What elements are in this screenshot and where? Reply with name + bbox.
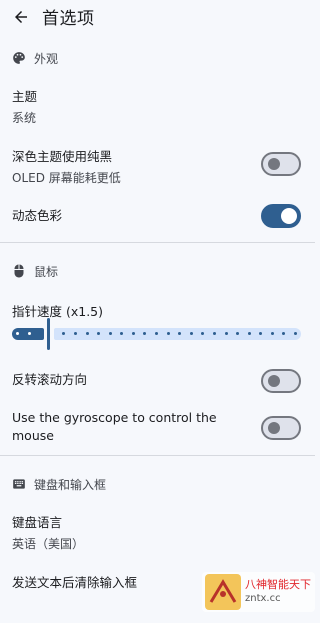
- keyboard-language-summary: 英语（美国）: [12, 537, 85, 551]
- section-divider: [0, 455, 315, 456]
- keyboard-language-preference[interactable]: 键盘语言 英语（美国）: [0, 512, 315, 552]
- palette-icon: [12, 51, 26, 65]
- page-title: 首选项: [42, 9, 95, 29]
- slider-tick: [155, 332, 158, 335]
- dynamic-color-preference[interactable]: 动态色彩: [0, 204, 315, 232]
- section-header-keyboard: 键盘和输入框: [0, 472, 315, 496]
- slider-tick: [166, 332, 170, 335]
- gyroscope-preference[interactable]: Use the gyroscope to control the mouse: [0, 409, 315, 445]
- keyboard-icon: [12, 477, 26, 491]
- slider-tick: [294, 332, 297, 335]
- section-divider: [0, 242, 315, 243]
- pure-black-switch[interactable]: [261, 152, 301, 176]
- slider-tick: [85, 332, 89, 335]
- slider-tick: [131, 332, 135, 335]
- arrow-left-icon[interactable]: [10, 6, 32, 28]
- invert-scroll-switch[interactable]: [261, 369, 301, 393]
- slider-tick: [224, 332, 228, 335]
- watermark-line2: zntx.cc: [245, 593, 281, 604]
- slider-tick: [212, 332, 216, 335]
- keyboard-language-title: 键盘语言: [12, 515, 63, 530]
- switch-thumb: [268, 375, 280, 387]
- dynamic-color-title: 动态色彩: [12, 208, 63, 223]
- pointer-speed-slider[interactable]: [12, 318, 301, 350]
- watermark: 八神智能天下 zntx.cc: [202, 572, 315, 612]
- pointer-speed-title: 指针速度 (x1.5): [12, 304, 104, 319]
- slider-tick: [189, 332, 193, 335]
- section-title-appearance: 外观: [34, 51, 59, 66]
- theme-summary: 系统: [12, 111, 37, 125]
- watermark-line1: 八神智能天下: [245, 578, 311, 591]
- switch-thumb: [281, 208, 297, 224]
- pure-black-title: 深色主题使用纯黑: [12, 149, 113, 164]
- slider-tick: [108, 332, 112, 335]
- slider-tick: [270, 332, 274, 335]
- slider-tick: [247, 332, 251, 335]
- invert-scroll-title: 反转滚动方向: [12, 372, 88, 387]
- theme-title: 主题: [12, 89, 38, 104]
- switch-thumb: [268, 158, 280, 170]
- slider-tick: [16, 332, 19, 335]
- section-header-appearance: 外观: [0, 46, 315, 70]
- gyroscope-title: Use the gyroscope to control the mouse: [12, 410, 217, 443]
- pointer-speed-preference: 指针速度 (x1.5): [0, 301, 315, 359]
- dynamic-color-switch[interactable]: [261, 204, 301, 228]
- slider-tick: [73, 332, 77, 335]
- theme-preference[interactable]: 主题 系统: [0, 86, 315, 126]
- gyroscope-switch[interactable]: [261, 416, 301, 440]
- section-title-keyboard: 键盘和输入框: [34, 477, 107, 492]
- slider-handle[interactable]: [47, 318, 50, 350]
- pure-black-summary: OLED 屏幕能耗更低: [12, 171, 121, 185]
- mouse-icon: [12, 264, 26, 278]
- invert-scroll-preference[interactable]: 反转滚动方向: [0, 369, 315, 395]
- switch-thumb: [268, 422, 280, 434]
- section-header-mouse: 鼠标: [0, 259, 315, 283]
- watermark-logo: [205, 574, 241, 610]
- app-bar: 首选项: [0, 0, 315, 33]
- slider-tick: [27, 332, 31, 335]
- section-title-mouse: 鼠标: [34, 264, 59, 279]
- pure-black-preference[interactable]: 深色主题使用纯黑 OLED 屏幕能耗更低: [0, 146, 315, 186]
